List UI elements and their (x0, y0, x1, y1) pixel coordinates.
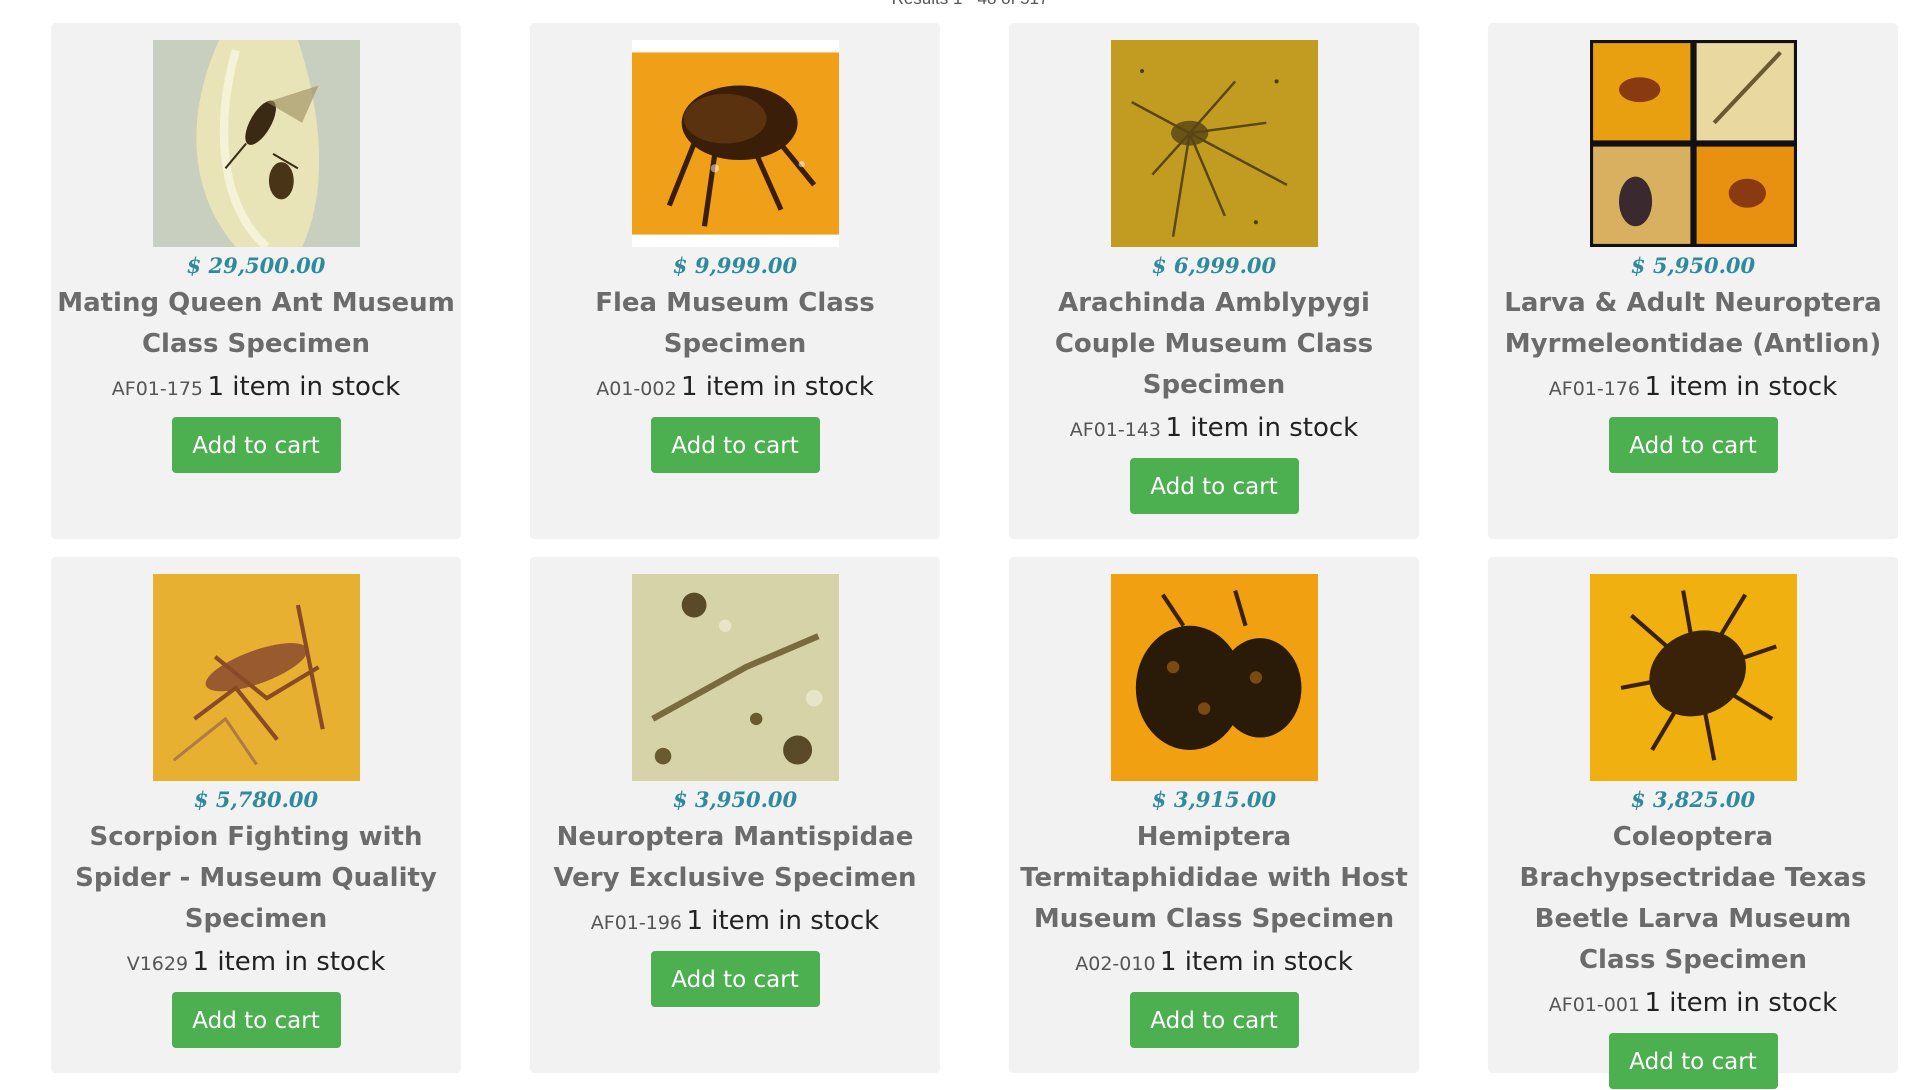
stock-line: A02-010 1 item in stock (1009, 946, 1419, 982)
product-title[interactable]: Neuroptera Mantispidae Very Exclusive Sp… (535, 817, 935, 899)
add-to-cart-button[interactable]: Add to cart (1129, 992, 1299, 1048)
product-title[interactable]: Coleoptera Brachypsectridae Texas Beetle… (1493, 817, 1893, 981)
stock-status: 1 item in stock (207, 372, 401, 402)
stock-status: 1 item in stock (1644, 372, 1838, 402)
stock-status: 1 item in stock (1159, 947, 1353, 977)
product-card: $ 3,825.00 Coleoptera Brachypsectridae T… (1488, 557, 1898, 1089)
product-price: $ 5,780.00 (193, 787, 319, 812)
product-image[interactable] (1589, 40, 1797, 247)
add-to-cart-button[interactable]: Add to cart (171, 992, 341, 1048)
stock-line: AF01-196 1 item in stock (530, 905, 940, 941)
product-image[interactable] (1110, 574, 1318, 781)
product-image[interactable] (152, 40, 360, 247)
product-sku: A02-010 (1075, 953, 1156, 975)
product-grid: $ 29,500.00 Mating Queen Ant Museum Clas… (51, 23, 1898, 1089)
product-title[interactable]: Hemiptera Termitaphididae with Host Muse… (1014, 817, 1414, 940)
product-sku: AF01-001 (1548, 994, 1640, 1016)
product-image[interactable] (152, 574, 360, 781)
product-price: $ 9,999.00 (672, 253, 798, 278)
stock-status: 1 item in stock (1165, 413, 1359, 443)
stock-status: 1 item in stock (680, 372, 874, 402)
product-sku: AF01-176 (1548, 378, 1640, 400)
product-price: $ 29,500.00 (186, 253, 326, 278)
stock-status: 1 item in stock (192, 947, 386, 977)
product-price: $ 3,915.00 (1151, 787, 1277, 812)
product-card: $ 9,999.00 Flea Museum Class Specimen A0… (530, 23, 940, 539)
product-sku: AF01-143 (1069, 419, 1161, 441)
stock-line: V1629 1 item in stock (51, 946, 461, 982)
stock-line: AF01-176 1 item in stock (1488, 371, 1898, 407)
product-sku: AF01-175 (111, 378, 203, 400)
product-image[interactable] (1110, 40, 1318, 247)
product-image[interactable] (631, 574, 839, 781)
product-card: $ 6,999.00 Arachinda Amblypygi Couple Mu… (1009, 23, 1419, 539)
stock-line: AF01-175 1 item in stock (51, 371, 461, 407)
add-to-cart-button[interactable]: Add to cart (1608, 1033, 1778, 1089)
add-to-cart-button[interactable]: Add to cart (650, 951, 820, 1007)
product-price: $ 5,950.00 (1630, 253, 1756, 278)
product-price: $ 6,999.00 (1151, 253, 1277, 278)
product-card: $ 29,500.00 Mating Queen Ant Museum Clas… (51, 23, 461, 539)
product-card: $ 3,950.00 Neuroptera Mantispidae Very E… (530, 557, 940, 1073)
product-title[interactable]: Larva & Adult Neuroptera Myrmeleontidae … (1493, 283, 1893, 365)
product-title[interactable]: Scorpion Fighting with Spider - Museum Q… (56, 817, 456, 940)
add-to-cart-button[interactable]: Add to cart (650, 417, 820, 473)
product-card: $ 3,915.00 Hemiptera Termitaphididae wit… (1009, 557, 1419, 1073)
product-title[interactable]: Flea Museum Class Specimen (535, 283, 935, 365)
add-to-cart-button[interactable]: Add to cart (1608, 417, 1778, 473)
stock-line: AF01-001 1 item in stock (1488, 987, 1898, 1023)
product-title[interactable]: Arachinda Amblypygi Couple Museum Class … (1014, 283, 1414, 406)
product-price: $ 3,825.00 (1630, 787, 1756, 812)
stock-status: 1 item in stock (686, 906, 880, 936)
product-image[interactable] (631, 40, 839, 247)
product-title[interactable]: Mating Queen Ant Museum Class Specimen (56, 283, 456, 365)
product-sku: A01-002 (596, 378, 677, 400)
add-to-cart-button[interactable]: Add to cart (171, 417, 341, 473)
product-price: $ 3,950.00 (672, 787, 798, 812)
add-to-cart-button[interactable]: Add to cart (1129, 458, 1299, 514)
product-card: $ 5,780.00 Scorpion Fighting with Spider… (51, 557, 461, 1073)
product-sku: AF01-196 (590, 912, 682, 934)
results-count: Results 1 - 48 of 517 (0, 0, 1913, 9)
stock-line: AF01-143 1 item in stock (1009, 412, 1419, 448)
product-sku: V1629 (126, 953, 189, 975)
stock-status: 1 item in stock (1644, 988, 1838, 1018)
stock-line: A01-002 1 item in stock (530, 371, 940, 407)
product-card: $ 5,950.00 Larva & Adult Neuroptera Myrm… (1488, 23, 1898, 539)
product-image[interactable] (1589, 574, 1797, 781)
